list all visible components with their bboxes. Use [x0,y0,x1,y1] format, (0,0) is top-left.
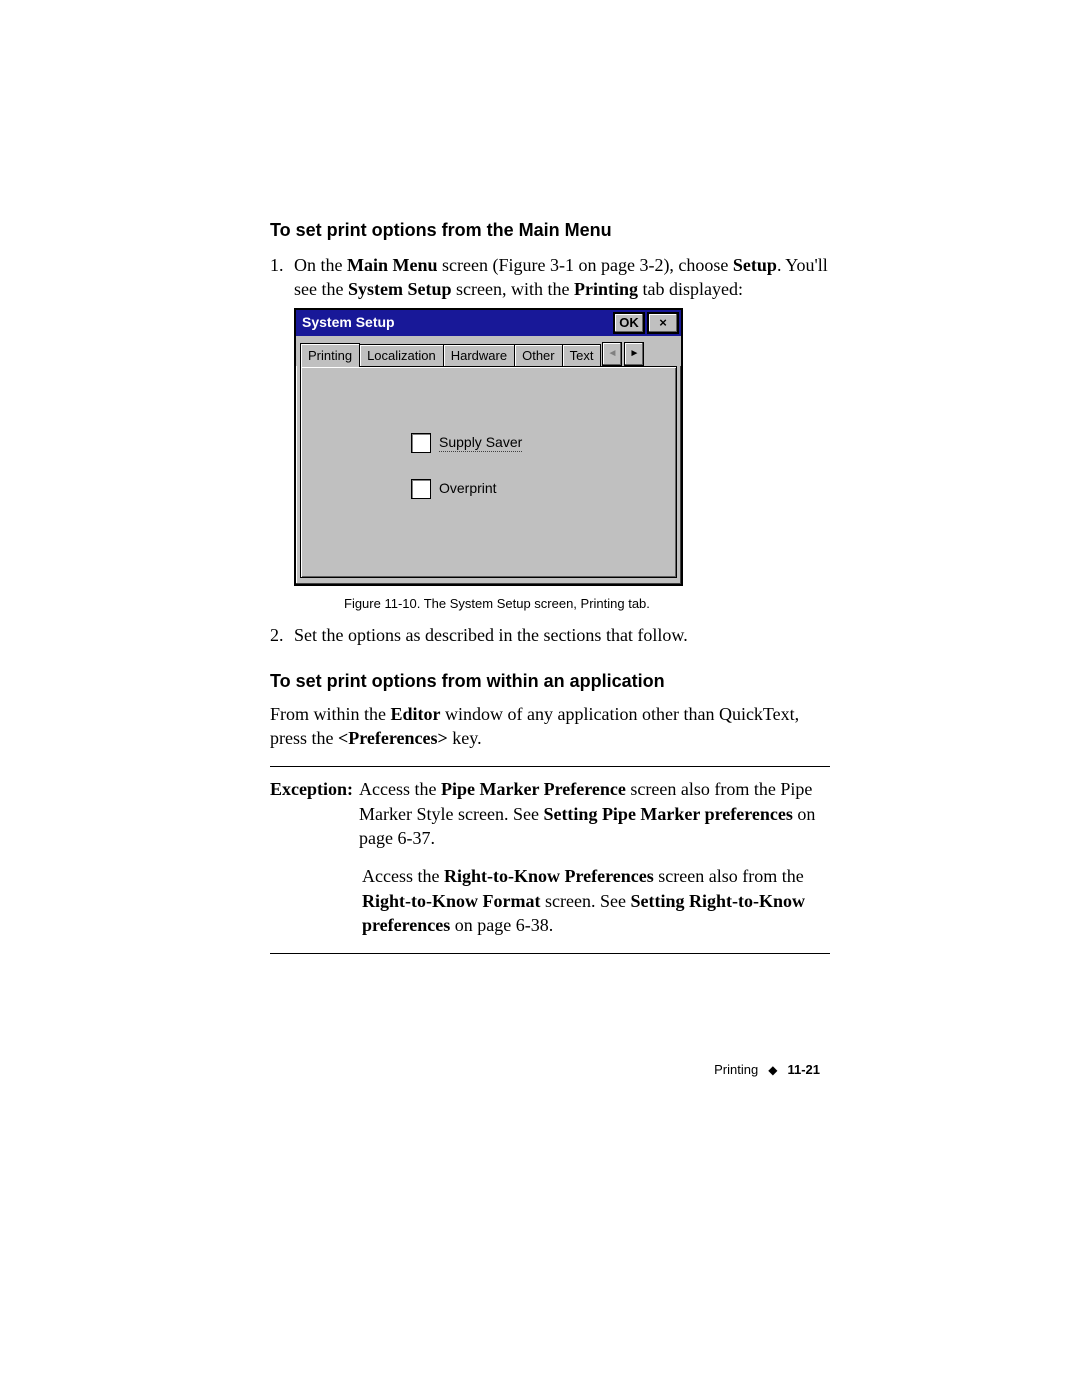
exception-block-1: Exception: Access the Pipe Marker Prefer… [270,777,830,850]
t: screen also from the [654,866,804,886]
t: <Preferences> [338,728,448,748]
t: screen. See [540,891,630,911]
figure-caption: Figure 11-10. The System Setup screen, P… [344,596,830,611]
paragraph-application: From within the Editor window of any app… [270,702,830,751]
t: Printing [574,279,638,299]
figure-wrapper: System Setup OK × Printing Localization … [294,308,830,611]
rule-top [270,766,830,767]
close-button[interactable]: × [647,312,679,334]
exception-body-1: Access the Pipe Marker Preference screen… [357,777,830,850]
diamond-icon: ◆ [768,1063,777,1077]
tab-panel-printing: Supply Saver Overprint [300,366,677,578]
document-page: To set print options from the Main Menu … [270,220,830,964]
overprint-checkbox[interactable] [411,479,431,499]
step-2-body: Set the options as described in the sect… [294,623,830,647]
t: on page 6-38. [450,915,553,935]
t: screen, with the [452,279,574,299]
t: Setup [733,255,777,275]
step-2-number: 2. [270,623,294,647]
overprint-row: Overprint [411,479,497,499]
t: screen (Figure 3-1 on page 3-2), choose [438,255,733,275]
t: key. [448,728,482,748]
t: Editor [391,704,441,724]
heading-main-menu: To set print options from the Main Menu [270,220,830,241]
tab-scroll-right-icon[interactable]: ► [624,342,644,366]
exception-body-2: Access the Right-to-Know Preferences scr… [362,864,830,937]
page-footer: Printing ◆ 11-21 [714,1062,820,1077]
tab-printing[interactable]: Printing [300,343,360,367]
supply-saver-label: Supply Saver [439,434,522,452]
t: Access the [362,866,444,886]
window-title: System Setup [296,310,613,336]
tab-localization[interactable]: Localization [359,344,444,366]
step-1: 1. On the Main Menu screen (Figure 3-1 o… [270,253,830,302]
t: Main Menu [347,255,438,275]
footer-page-number: 11-21 [787,1062,820,1077]
t: Access the [359,779,441,799]
t: tab displayed: [638,279,743,299]
t: System Setup [348,279,452,299]
supply-saver-checkbox[interactable] [411,433,431,453]
tab-text[interactable]: Text [562,344,602,366]
t: Right-to-Know Preferences [444,866,654,886]
step-1-number: 1. [270,253,294,302]
t: On the [294,255,347,275]
step-1-body: On the Main Menu screen (Figure 3-1 on p… [294,253,830,302]
ok-button[interactable]: OK [613,312,645,334]
tab-scroll-left-icon[interactable]: ◄ [602,342,622,366]
supply-saver-row: Supply Saver [411,433,522,453]
t: Setting Pipe Marker preferences [543,804,792,824]
system-setup-window: System Setup OK × Printing Localization … [294,308,683,586]
step-2: 2. Set the options as described in the s… [270,623,830,647]
t: From within the [270,704,391,724]
tab-strip: Printing Localization Hardware Other Tex… [296,336,681,366]
t: Right-to-Know Format [362,891,540,911]
t: Pipe Marker Preference [441,779,626,799]
tab-other[interactable]: Other [514,344,563,366]
titlebar: System Setup OK × [296,310,681,336]
rule-bottom [270,953,830,954]
tab-hardware[interactable]: Hardware [443,344,515,366]
heading-application: To set print options from within an appl… [270,671,830,692]
exception-label: Exception: [270,777,357,850]
footer-section: Printing [714,1062,758,1077]
overprint-label: Overprint [439,480,497,497]
